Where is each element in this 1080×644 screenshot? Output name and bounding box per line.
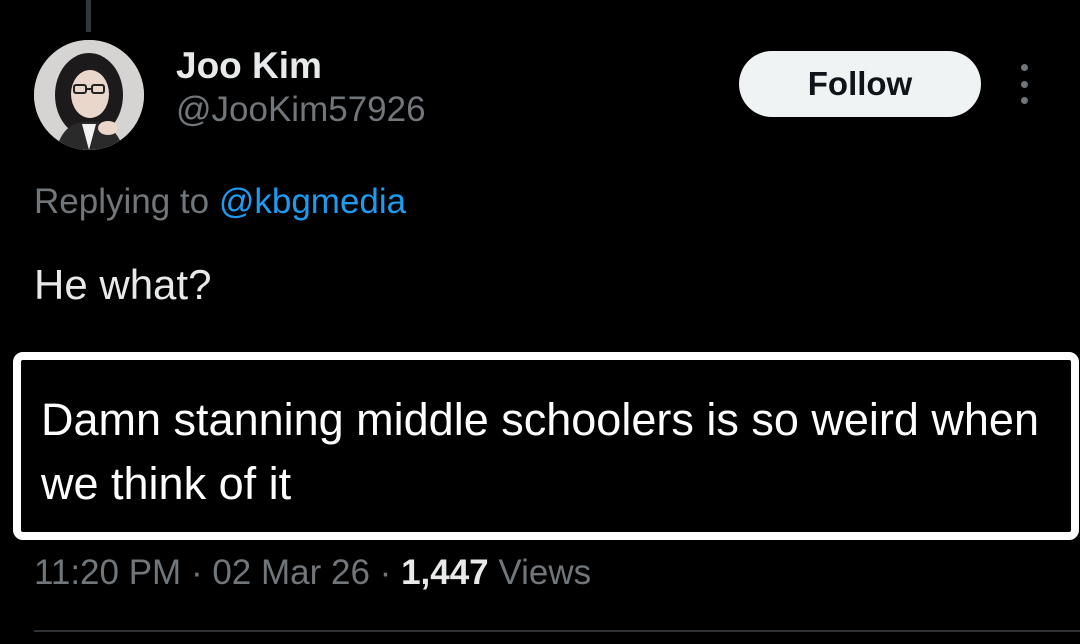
reply-mention-link[interactable]: @kbgmedia [219, 182, 406, 221]
meta-separator: · [190, 553, 203, 592]
avatar[interactable] [34, 40, 144, 150]
tweet-meta: 11:20 PM · 02 Mar 26 · 1,447 Views [34, 549, 591, 597]
divider [34, 630, 1080, 632]
views-count: 1,447 [401, 553, 489, 592]
tweet-text: He what? [34, 261, 212, 308]
more-dot [1020, 64, 1028, 71]
meta-separator: · [379, 553, 392, 592]
author-handle[interactable]: @JooKim57926 [176, 88, 426, 132]
author-display-name[interactable]: Joo Kim [176, 44, 426, 88]
tweet-time[interactable]: 11:20 PM [34, 553, 181, 592]
more-dot [1020, 97, 1028, 104]
quoted-text: Damn stanning middle schoolers is so wei… [41, 394, 1039, 509]
replying-to-label: Replying to [34, 182, 210, 221]
tweet-date[interactable]: 02 Mar 26 [212, 553, 370, 592]
reply-context: Replying to @kbgmedia [34, 178, 406, 226]
user-info: Joo Kim @JooKim57926 [176, 44, 426, 132]
profile-photo-icon [34, 40, 144, 150]
thread-connector-line [86, 0, 91, 32]
views-label: Views [498, 553, 592, 592]
follow-button[interactable]: Follow [739, 51, 981, 117]
quoted-text-box: Damn stanning middle schoolers is so wei… [13, 352, 1079, 540]
more-options-icon[interactable] [1006, 64, 1042, 104]
more-dot [1020, 80, 1028, 88]
